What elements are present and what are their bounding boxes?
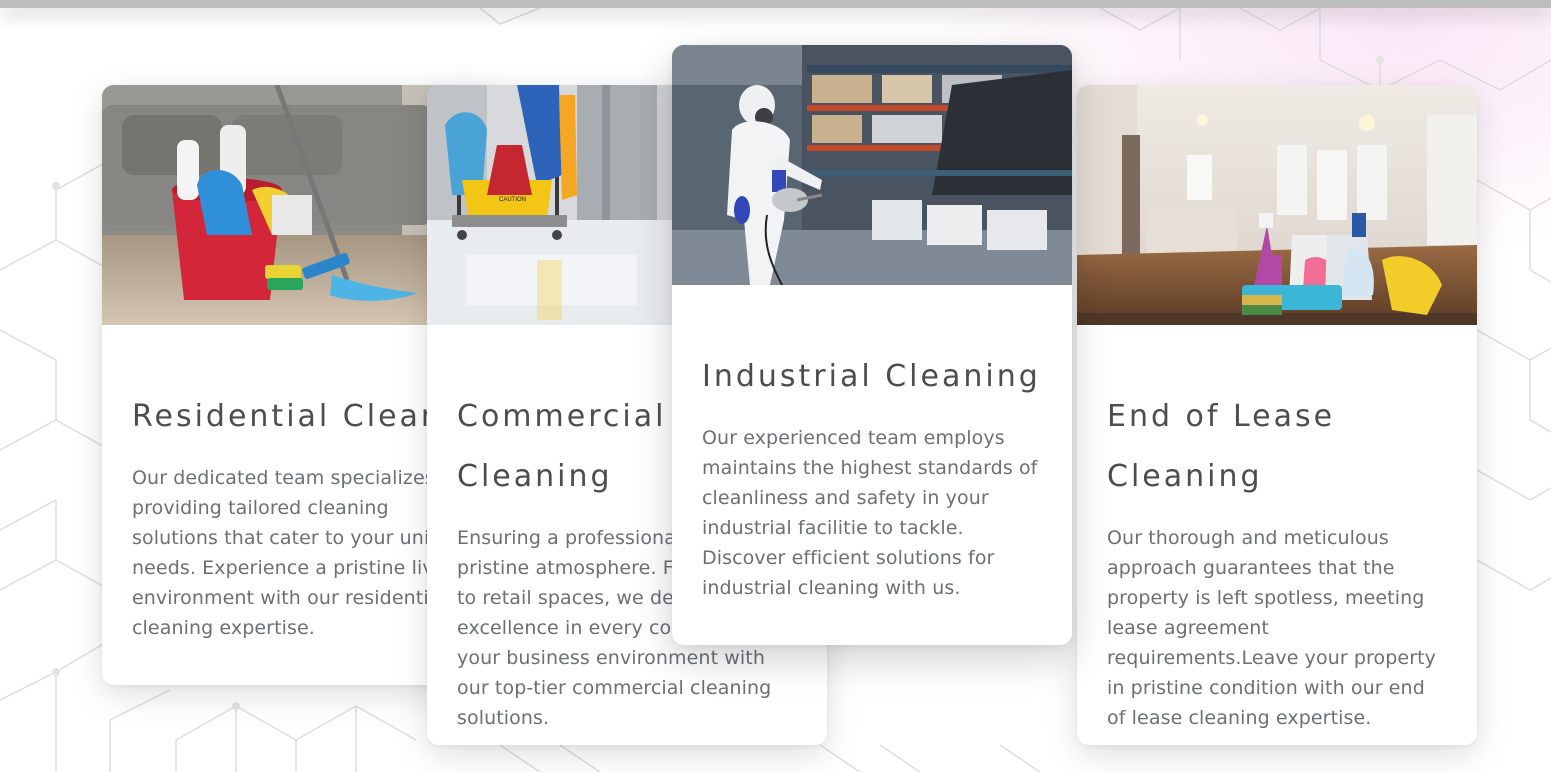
card-title-residential: Residential Cleaning [132, 399, 499, 434]
card-title-industrial: Industrial Cleaning [702, 359, 1041, 394]
service-card-end-of-lease[interactable]: End of Lease Cleaning Our thorough and m… [1077, 85, 1477, 745]
end-of-lease-cleaning-image [1077, 85, 1477, 325]
card-description-residential: Our dedicated team specializes in provid… [132, 467, 466, 639]
header-bar-shadow [0, 0, 1551, 8]
card-description-industrial: Our experienced team employs maintains t… [702, 427, 1038, 599]
card-description-end-of-lease: Our thorough and meticulous approach gua… [1107, 527, 1437, 729]
card-title-end-of-lease: End of Lease Cleaning [1107, 399, 1336, 494]
industrial-cleaning-image [672, 45, 1072, 285]
service-card-industrial[interactable]: Industrial Cleaning Our experienced team… [672, 45, 1072, 645]
svg-text:CAUTION: CAUTION [499, 197, 526, 203]
